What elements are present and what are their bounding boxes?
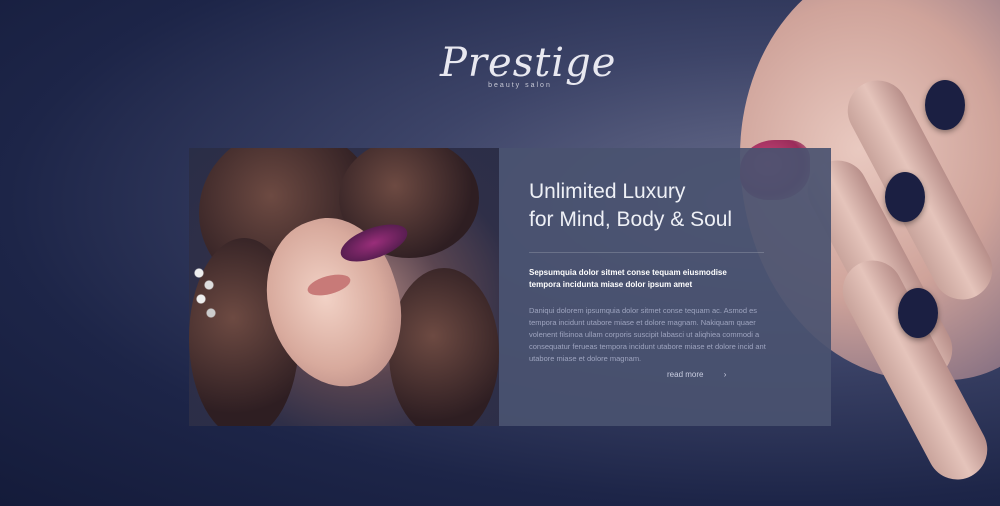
divider <box>529 252 764 253</box>
chevron-right-icon: › <box>723 370 727 379</box>
feature-heading: Unlimited Luxury for Mind, Body & Soul <box>529 178 801 234</box>
feature-photo <box>189 148 499 426</box>
read-more-label: read more <box>667 370 704 379</box>
feature-card: Unlimited Luxury for Mind, Body & Soul S… <box>189 148 831 426</box>
feature-text-panel: Unlimited Luxury for Mind, Body & Soul S… <box>499 148 831 426</box>
site-logo[interactable]: Prestige beauty salon <box>440 38 617 89</box>
heading-line-1: Unlimited Luxury <box>529 180 686 203</box>
model-nail <box>898 288 938 338</box>
heading-line-2: for Mind, Body & Soul <box>529 208 733 231</box>
logo-wordmark: Prestige <box>440 40 617 86</box>
body-text: Daniqui dolorem ipsumquia dolor sitmet c… <box>529 306 766 363</box>
model-nail <box>885 172 925 222</box>
pearl-necklace <box>189 263 219 333</box>
model-nail <box>925 80 965 130</box>
lead-text: Sepsumquia dolor sitmet conse tequam eiu… <box>529 268 727 289</box>
hair-shape <box>389 268 499 426</box>
read-more-link[interactable]: read more › <box>667 370 726 379</box>
